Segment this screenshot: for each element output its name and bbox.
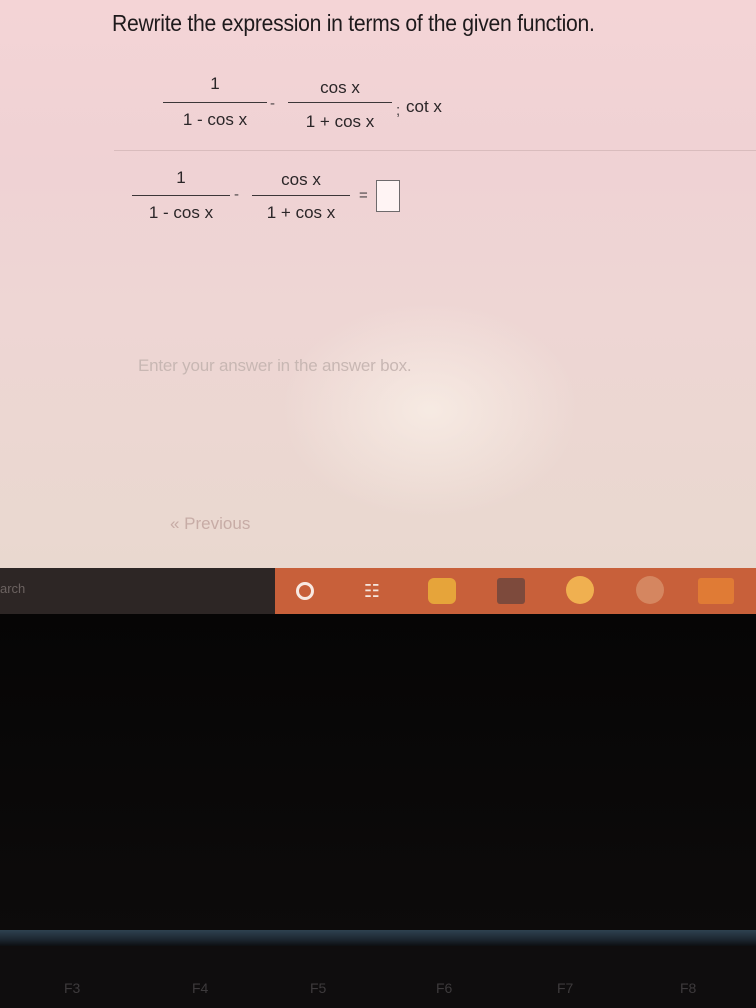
fraction-term1: 1 1 - cos x <box>132 168 230 228</box>
fraction-bar <box>252 195 350 196</box>
fraction-denominator: 1 + cos x <box>266 203 336 222</box>
fraction-numerator: 1 <box>210 74 220 93</box>
separator: ; <box>396 102 401 119</box>
minus-operator: - <box>234 186 239 203</box>
key-f4: F4 <box>192 980 209 996</box>
key-f7: F7 <box>557 980 574 996</box>
fraction-term2: cos x 1 + cos x <box>288 74 392 134</box>
answer-input-box[interactable] <box>376 180 400 212</box>
keyboard-area <box>0 946 756 1008</box>
fraction-denominator: 1 + cos x <box>305 112 375 131</box>
fraction-denominator: 1 - cos x <box>148 203 214 222</box>
fraction-term2: cos x 1 + cos x <box>252 168 350 228</box>
fraction-bar <box>132 195 230 196</box>
chrome-browser-icon[interactable] <box>636 576 664 604</box>
key-f6: F6 <box>436 980 453 996</box>
store-icon[interactable] <box>497 578 525 604</box>
taskbar-search-label[interactable]: arch <box>0 581 25 596</box>
question-prompt: Rewrite the expression in terms of the g… <box>112 10 595 36</box>
word-app-icon[interactable] <box>698 578 734 604</box>
laptop-hinge <box>0 930 756 946</box>
browser-screen: Rewrite the expression in terms of the g… <box>0 0 756 568</box>
fraction-term1: 1 1 - cos x <box>163 74 267 134</box>
edge-browser-icon[interactable] <box>566 576 594 604</box>
fraction-numerator: 1 <box>176 168 186 187</box>
previous-button[interactable]: « Previous <box>170 514 250 534</box>
fraction-denominator: 1 - cos x <box>182 110 248 129</box>
laptop-bezel <box>0 614 756 934</box>
fraction-numerator: cos x <box>281 170 321 189</box>
equals-sign: = <box>359 187 368 204</box>
key-f8: F8 <box>680 980 697 996</box>
fraction-numerator: cos x <box>320 78 360 97</box>
fraction-bar <box>288 102 392 103</box>
task-view-icon[interactable]: ☷ <box>358 578 386 604</box>
given-function: cot x <box>406 97 442 116</box>
cortana-icon[interactable] <box>296 582 314 600</box>
minus-operator: - <box>270 95 275 112</box>
screen-glare <box>280 300 580 520</box>
key-f3: F3 <box>64 980 81 996</box>
section-divider <box>114 150 756 151</box>
file-explorer-icon[interactable] <box>428 578 456 604</box>
fraction-bar <box>163 102 267 103</box>
key-f5: F5 <box>310 980 327 996</box>
answer-hint: Enter your answer in the answer box. <box>138 356 412 375</box>
